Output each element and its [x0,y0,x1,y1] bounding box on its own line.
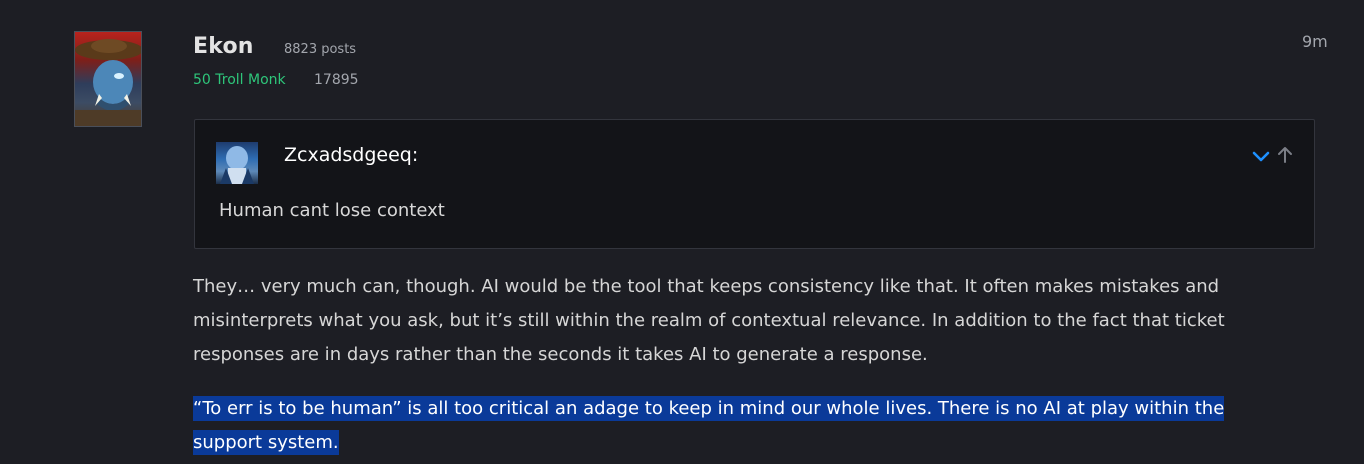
arrow-up-icon[interactable] [1277,146,1293,164]
quote-text: Human cant lose context [219,200,445,221]
chevron-down-icon[interactable] [1252,147,1270,165]
quote-avatar-portrait-icon [220,146,254,184]
character-info[interactable]: 50 Troll Monk [193,72,286,88]
author-username[interactable]: Ekon [193,34,254,59]
post-paragraph-selected: “To err is to be human” is all too criti… [193,392,1273,460]
post-count: 8823 posts [284,42,357,57]
quote-author-avatar[interactable] [216,142,258,184]
troll-portrait-icon [75,39,141,126]
quote-author-name: Zcxadsdgeeq: [284,144,419,166]
selected-text: “To err is to be human” is all too criti… [193,396,1225,455]
post-timestamp[interactable]: 9m [1302,32,1328,51]
author-avatar[interactable] [74,31,142,127]
achievement-points: 17895 [314,72,359,88]
post-paragraph: They… very much can, though. AI would be… [193,276,1225,365]
quote-block: Zcxadsdgeeq: Human cant lose context [194,119,1315,249]
